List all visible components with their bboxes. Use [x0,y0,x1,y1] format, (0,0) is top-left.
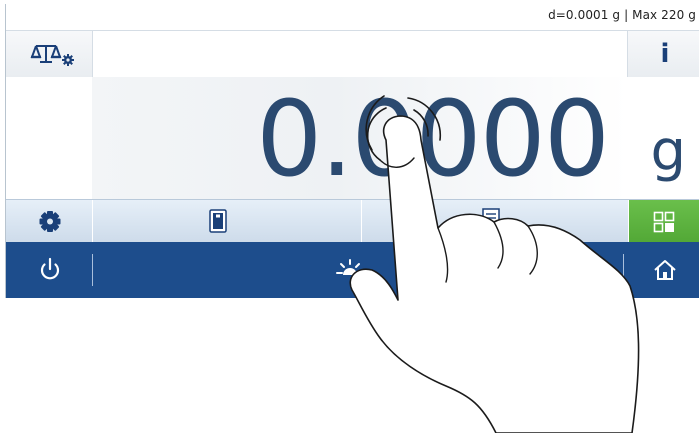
balance-settings-button[interactable] [6,31,93,77]
function-bar [6,199,699,243]
weight-unit[interactable]: g [650,117,686,187]
navigation-bar [6,242,699,298]
power-button[interactable] [6,242,92,298]
info-button[interactable]: i [627,31,699,77]
grid-icon [653,211,675,233]
nav-separator [623,254,624,286]
home-icon [654,260,676,280]
brightness-icon [336,259,364,275]
status-area [93,31,627,77]
balance-screen: d=0.0001 g | Max 220 g i 0.0000 g [5,4,699,298]
info-icon: i [660,39,670,69]
settings-button[interactable] [6,200,93,243]
power-icon [40,257,60,280]
nav-separator [92,254,93,286]
status-row: i [6,30,699,78]
display-left-margin [6,77,92,199]
top-info-bar: d=0.0001 g | Max 220 g [6,4,699,30]
protocol-button[interactable] [362,200,629,243]
gear-icon [39,211,61,232]
balance-gear-icon [30,45,74,66]
balance-specs: d=0.0001 g | Max 220 g [548,8,696,22]
home-button[interactable] [629,242,699,298]
weight-icon [209,209,227,233]
brightness-button[interactable] [306,242,406,298]
weight-display: 0.0000 g [6,77,699,199]
document-icon [482,208,500,234]
adjustment-button[interactable] [93,200,362,243]
favorites-button[interactable] [629,200,699,243]
weight-value: 0.0000 [256,78,610,200]
